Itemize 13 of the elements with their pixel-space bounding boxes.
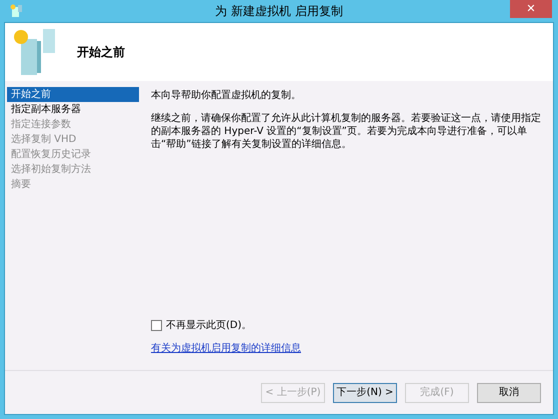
checkbox[interactable] [151, 320, 162, 331]
window-title: 为 新建虚拟机 启用复制 [215, 3, 343, 20]
wizard-button[interactable]: 取消 [477, 382, 541, 402]
description-text: 本向导帮助你配置虚拟机的复制。 [151, 89, 302, 102]
close-button[interactable]: ✕ [510, 0, 552, 18]
description-text: 继续之前，请确保你配置了允许从此计算机复制的服务器。若要验证这一点，请使用指定的副本服务器的 Hyper-V 设置的“复制设置”页。若要为完成本向导进行准备，可以单击“帮助”链接了解有关复制设置的详细信息。 [151, 112, 542, 151]
wizard-button[interactable]: 下一步(N) > [333, 382, 397, 402]
checkbox-label: 不再显示此页(D)。 [166, 318, 252, 333]
step-item[interactable]: 指定副本服务器 [7, 102, 139, 117]
app-icon [10, 4, 24, 18]
help-link[interactable]: 有关为虚拟机启用复制的详细信息 [151, 341, 545, 356]
page-title: 开始之前 [77, 44, 125, 61]
step-item[interactable]: 开始之前 [7, 87, 139, 102]
